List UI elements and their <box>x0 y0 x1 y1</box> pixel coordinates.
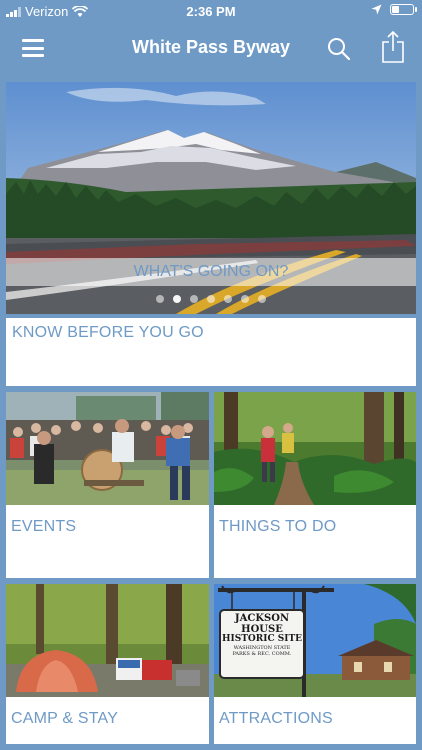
attractions-photo: JACKSON HOUSE HISTORIC SITE WASHINGTON S… <box>214 584 416 697</box>
sign-line-1: JACKSON <box>234 613 290 624</box>
nav-bar: White Pass Byway <box>0 24 422 72</box>
page-title: White Pass Byway <box>131 37 291 57</box>
battery-level <box>392 6 399 13</box>
sign-line-3: HISTORIC SITE <box>222 634 303 644</box>
camp-and-stay-label: CAMP & STAY <box>11 710 119 727</box>
pagination-dot[interactable] <box>207 295 215 303</box>
pagination-dot[interactable] <box>173 295 181 303</box>
location-icon <box>371 4 382 15</box>
know-before-you-go-tile[interactable]: KNOW BEFORE YOU GO <box>6 318 416 386</box>
camp-and-stay-tile[interactable]: CAMP & STAY <box>6 584 209 744</box>
know-before-you-go-label: KNOW BEFORE YOU GO <box>12 324 204 341</box>
search-icon[interactable] <box>326 36 352 62</box>
pagination-dot[interactable] <box>190 295 198 303</box>
things-to-do-label: THINGS TO DO <box>219 518 337 535</box>
jackson-house-sign: JACKSON HOUSE HISTORIC SITE WASHINGTON S… <box>222 613 303 657</box>
attractions-label: ATTRACTIONS <box>219 710 333 727</box>
camp-and-stay-photo <box>6 584 209 697</box>
whats-going-on-banner[interactable]: WHAT'S GOING ON? <box>6 258 416 286</box>
pagination-dot[interactable] <box>241 295 249 303</box>
events-label: EVENTS <box>11 518 77 535</box>
clock: 2:36 PM <box>186 4 236 19</box>
events-photo <box>6 392 209 505</box>
hero-slideshow[interactable]: WHAT'S GOING ON? <box>6 82 416 314</box>
events-tile[interactable]: EVENTS <box>6 392 209 578</box>
attractions-tile[interactable]: JACKSON HOUSE HISTORIC SITE WASHINGTON S… <box>214 584 416 744</box>
share-icon[interactable] <box>380 30 406 64</box>
status-bar: Verizon 2:36 PM <box>0 0 422 24</box>
pagination-dot[interactable] <box>156 295 164 303</box>
pagination-dots <box>0 295 422 303</box>
things-to-do-photo <box>214 392 416 505</box>
sign-line-5: PARKS & REC. COMM. <box>232 650 292 657</box>
battery-icon <box>390 4 417 15</box>
things-to-do-tile[interactable]: THINGS TO DO <box>214 392 416 578</box>
status-right <box>371 4 417 15</box>
pagination-dot[interactable] <box>224 295 232 303</box>
pagination-dot[interactable] <box>258 295 266 303</box>
